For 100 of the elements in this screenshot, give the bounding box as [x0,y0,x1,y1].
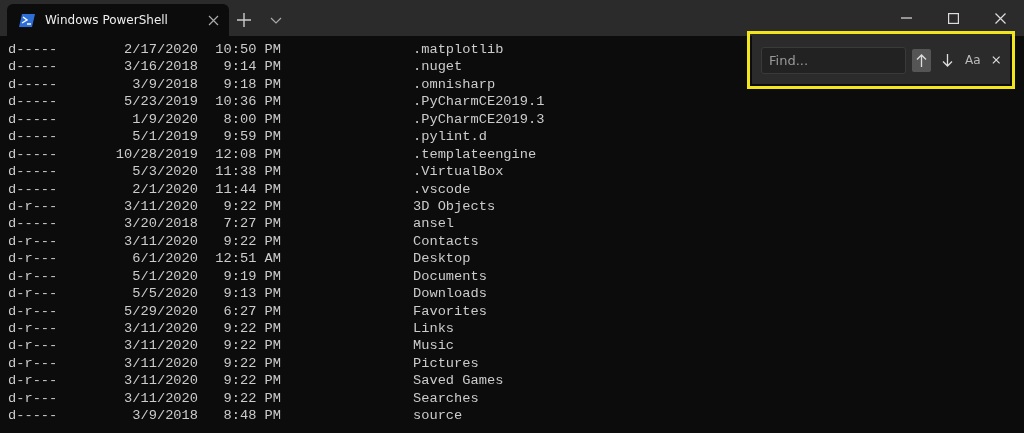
close-tab-icon[interactable] [208,14,219,26]
mode-text: d----- [8,215,57,233]
close-icon[interactable] [991,55,1000,65]
file-name-text: Searches [413,389,479,408]
mode-text: d----- [8,93,57,111]
time-text: 9:14 PM [222,58,281,76]
mode-text: d-r--- [8,197,57,216]
file-name-text: .nuget [413,58,463,76]
file-name-text: .PyCharmCE2019.1 [413,93,545,111]
time-text: 9:22 PM [222,197,281,216]
file-name-text: Favorites [413,302,487,320]
mode-text: d----- [8,180,57,198]
mode-text: d-r--- [8,267,57,286]
mode-text: d-r--- [8,302,57,320]
time-text: 7:27 PM [222,215,281,233]
maximize-icon[interactable] [948,12,959,24]
new-tab-icon[interactable] [237,13,251,27]
date-text: 2/1/2020 [131,180,198,198]
file-name-text: Documents [413,267,487,286]
mode-text: d-r--- [8,354,57,373]
time-text: 11:38 PM [214,163,281,181]
time-text: 11:44 PM [214,180,281,198]
file-name-text: Contacts [413,232,479,251]
file-name-text: .pylint.d [413,128,487,146]
time-text: 9:59 PM [222,128,281,146]
previous-match-button[interactable] [912,48,932,72]
file-name-text: .omnisharp [413,75,496,94]
file-name-text: Saved Games [413,372,504,390]
mode-text: d----- [8,41,57,59]
file-name-text: .matplotlib [413,41,504,59]
up-arrow-icon [916,53,928,67]
date-text: 3/16/2018 [123,58,198,76]
file-name-text: Desktop [413,250,471,268]
terminal-tab[interactable]: Windows PowerShell [7,4,229,36]
date-text: 3/11/2020 [123,197,198,216]
mode-text: d-r--- [8,250,57,268]
date-text: 5/5/2020 [131,285,198,303]
file-name-text: Downloads [413,285,487,303]
time-text: 10:50 PM [214,41,281,59]
file-name-text: 3D Objects [413,197,496,216]
time-text: 9:22 PM [222,389,281,408]
tab-title: Windows PowerShell [45,13,169,27]
time-text: 8:00 PM [222,110,281,129]
date-text: 1/9/2020 [131,110,198,129]
date-text: 3/11/2020 [123,372,198,390]
date-text: 5/29/2020 [123,302,198,320]
close-icon[interactable] [995,12,1006,24]
time-text: 12:08 PM [214,145,281,164]
mode-text: d----- [8,75,57,94]
file-name-text: .PyCharmCE2019.3 [413,110,545,129]
down-arrow-icon [941,53,953,67]
date-text: 10/28/2019 [114,145,198,164]
file-name-text: Music [413,337,455,355]
time-text: 8:48 PM [222,407,281,425]
time-text: 9:22 PM [222,337,281,355]
mode-text: d-r--- [8,320,57,338]
file-name-text: Links [413,320,455,338]
file-name-text: Pictures [413,354,479,373]
mode-text: d-r--- [8,389,57,408]
date-text: 5/1/2020 [131,267,198,286]
mode-text: d----- [8,407,57,425]
date-text: 3/11/2020 [123,320,198,338]
time-text: 9:19 PM [222,267,281,286]
date-text: 3/11/2020 [123,232,198,251]
mode-text: d-r--- [8,337,57,355]
date-text: 3/9/2018 [131,407,198,425]
file-name-text: ansel [413,215,455,233]
time-text: 12:51 AM [214,250,281,268]
match-case-button[interactable]: Aa [964,53,981,67]
file-name-text: .templateengine [413,145,537,164]
date-text: 3/11/2020 [123,389,198,408]
time-text: 9:18 PM [222,75,281,94]
mode-text: d----- [8,58,57,76]
dropdown-icon[interactable] [270,17,282,24]
date-text: 5/23/2019 [123,93,198,111]
date-text: 5/3/2020 [131,163,198,181]
date-text: 3/11/2020 [123,337,198,355]
file-name-text: source [413,407,463,425]
time-text: 9:22 PM [222,232,281,251]
file-name-text: .VirtualBox [413,163,504,181]
mode-text: d----- [8,163,57,181]
time-text: 6:27 PM [222,302,281,320]
date-text: 5/1/2019 [131,128,198,146]
file-name-text: .vscode [413,180,471,198]
mode-text: d----- [8,145,57,164]
time-text: 10:36 PM [214,93,281,111]
time-text: 9:22 PM [222,354,281,373]
date-text: 3/11/2020 [123,354,198,373]
time-text: 9:22 PM [222,372,281,390]
date-text: 3/9/2018 [131,75,198,94]
time-text: 9:22 PM [222,320,281,338]
date-text: 3/20/2018 [123,215,198,233]
mode-text: d-r--- [8,232,57,251]
mode-text: d----- [8,110,57,129]
mode-text: d----- [8,128,57,146]
date-text: 2/17/2020 [123,41,198,59]
time-text: 9:13 PM [222,285,281,303]
mode-text: d-r--- [8,372,57,390]
find-field[interactable]: Find... [761,46,906,74]
mode-text: d-r--- [8,285,57,303]
